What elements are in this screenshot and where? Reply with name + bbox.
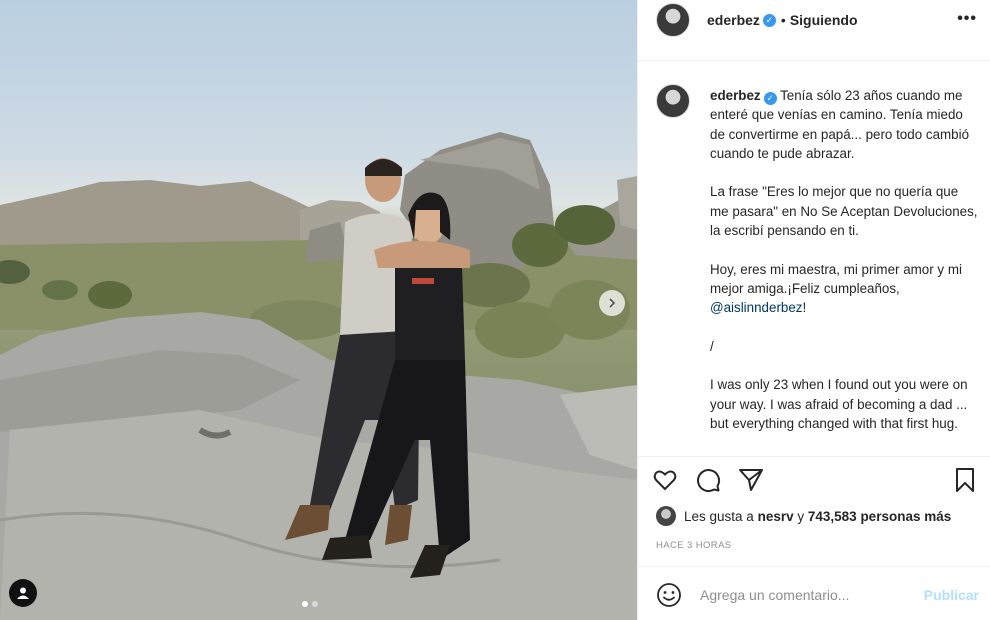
verified-badge-icon: ✓ — [762, 13, 776, 27]
caption-text: ederbez ✓ Tenía sólo 23 años cuando me en… — [710, 86, 978, 433]
heart-icon — [653, 470, 677, 491]
comment-divider — [638, 566, 990, 567]
post-timestamp[interactable]: Hace 3 horas — [656, 540, 732, 551]
likes-prefix: Les gusta a — [684, 508, 754, 524]
comment-box: Publicar — [638, 570, 990, 620]
bookmark-icon — [956, 468, 974, 492]
user-tag-icon — [17, 587, 29, 599]
header-username[interactable]: ederbez — [707, 12, 760, 28]
more-options-icon[interactable]: ••• — [957, 10, 977, 28]
caption-paragraph-2: La frase "Eres lo mejor que no quería qu… — [710, 184, 982, 239]
verified-badge-icon: ✓ — [763, 92, 777, 105]
carousel-dot-active — [302, 601, 308, 607]
caption-paragraph-3-end: ! — [802, 300, 807, 316]
action-bar — [652, 467, 982, 497]
mention-link[interactable]: @aislinnderbez — [710, 300, 803, 315]
comment-button[interactable] — [695, 467, 723, 495]
caption-separator: / — [710, 338, 714, 354]
share-button[interactable] — [738, 467, 766, 495]
likes-connector: y — [797, 508, 805, 524]
comment-icon — [697, 469, 721, 493]
following-button[interactable]: Siguiendo — [790, 12, 858, 28]
header-separator: • — [780, 12, 786, 28]
caption-paragraph-5: I was only 23 when I found out you were … — [710, 377, 972, 432]
carousel-dot — [312, 601, 318, 607]
instagram-post: ederbez ✓ • Siguiendo ••• ederbez ✓ Tenía… — [0, 0, 990, 620]
caption-divider — [638, 456, 990, 457]
photo-scene — [0, 132, 637, 620]
post-side-panel: ederbez ✓ • Siguiendo ••• ederbez ✓ Tenía… — [637, 0, 990, 620]
liker-avatar[interactable] — [656, 506, 676, 526]
save-button[interactable] — [952, 467, 980, 495]
publish-button[interactable]: Publicar — [924, 587, 979, 603]
emoji-icon[interactable] — [656, 582, 682, 608]
next-arrow-icon — [609, 298, 616, 308]
caption-avatar[interactable] — [656, 84, 690, 118]
avatar[interactable] — [656, 3, 690, 37]
like-button[interactable] — [652, 467, 680, 495]
post-photo[interactable] — [0, 0, 637, 620]
carousel-indicator — [302, 601, 318, 607]
comment-input[interactable] — [700, 587, 900, 603]
liker-username[interactable]: nesrv — [758, 509, 794, 524]
caption-username[interactable]: ederbez — [710, 88, 761, 103]
carousel-next-button[interactable] — [599, 290, 625, 316]
caption-area: ederbez ✓ Tenía sólo 23 años cuando me en… — [638, 80, 990, 456]
post-header: ederbez ✓ • Siguiendo ••• — [638, 0, 990, 40]
share-icon — [739, 469, 763, 491]
header-divider — [638, 60, 990, 61]
likes-summary: Les gusta a nesrv y 743,583 personas más — [656, 505, 951, 527]
caption-paragraph-3: Hoy, eres mi maestra, mi primer amor y m… — [710, 261, 966, 296]
likes-count[interactable]: 743,583 personas más — [808, 509, 951, 524]
user-tag-button[interactable] — [9, 579, 37, 607]
